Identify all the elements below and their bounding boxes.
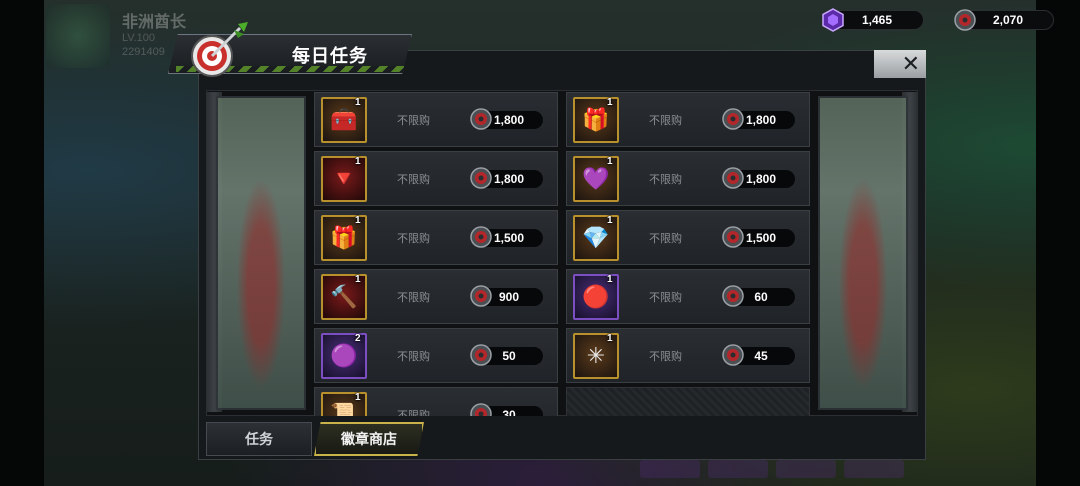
purchase-limit-label: 不限购	[397, 351, 430, 363]
purple-gem-chest-glyph: 💜	[582, 166, 610, 191]
panel-title: 每日任务	[292, 46, 368, 66]
badge-coin-icon	[721, 343, 745, 367]
purchase-limit-label: 不限购	[649, 292, 682, 304]
empty-slot	[566, 387, 810, 416]
player-id: 2291409	[122, 46, 165, 58]
shop-item[interactable]: 🟣 2 不限购 50	[314, 328, 558, 383]
badge-coin-icon	[721, 107, 745, 131]
item-quantity: 1	[355, 274, 361, 285]
red-badge-coin-icon	[954, 9, 976, 31]
purchase-limit-label: 不限购	[649, 351, 682, 363]
purchase-limit-label: 不限购	[397, 233, 430, 245]
badge-coin-icon	[469, 225, 493, 249]
player-name: 非洲酋长	[122, 14, 187, 31]
scroll-item-glyph: 📜	[330, 402, 358, 416]
shop-item[interactable]: 🔴 1 不限购 60	[566, 269, 810, 324]
item-quantity: 1	[355, 392, 361, 403]
badge-coin-icon	[721, 225, 745, 249]
shop-item[interactable]: 💎 1 不限购 1,500	[566, 210, 810, 265]
item-quantity: 1	[355, 215, 361, 226]
item-quantity: 1	[607, 97, 613, 108]
shop-item[interactable]: 🧰 1 不限购 1,800	[314, 92, 558, 147]
purchase-limit-label: 不限购	[397, 292, 430, 304]
blue-lock-chest-glyph: 🧰	[330, 107, 358, 132]
item-quantity: 1	[607, 333, 613, 344]
purple-hex-gem-icon	[822, 8, 844, 32]
item-quantity: 1	[607, 215, 613, 226]
shop-item[interactable]: 📜 1 不限购 30	[314, 387, 558, 416]
badge-currency[interactable]: 2,070	[954, 9, 1054, 31]
item-quantity: 1	[607, 156, 613, 167]
graffiti-panel-left	[216, 96, 306, 410]
badge-coin-icon	[721, 284, 745, 308]
tab-badge-shop[interactable]: 徽章商店	[314, 422, 424, 456]
left-letterbox	[0, 0, 44, 486]
purchase-limit-label: 不限购	[397, 115, 430, 127]
badge-coin-icon	[721, 166, 745, 190]
jeweled-chest-green-glyph: 💎	[582, 225, 610, 250]
player-avatar	[46, 4, 110, 68]
purchase-limit-label: 不限购	[649, 174, 682, 186]
purchase-limit-label: 不限购	[397, 410, 430, 416]
graffiti-panel-right	[818, 96, 908, 410]
badge-coin-icon	[469, 284, 493, 308]
shop-item[interactable]: ✳ 1 不限购 45	[566, 328, 810, 383]
badge-coin-icon	[469, 343, 493, 367]
item-quantity: 1	[607, 274, 613, 285]
blue-cross-emblem-glyph: ✳	[586, 343, 606, 368]
gem-currency[interactable]: 1,465	[822, 8, 924, 32]
golden-hammer-glyph: 🔨	[330, 284, 358, 309]
tab-tasks[interactable]: 任务	[206, 422, 312, 456]
gem-amount: 1,465	[861, 13, 893, 27]
item-quantity: 1	[355, 97, 361, 108]
purple-chip-glyph: 🟣	[330, 343, 358, 368]
shop-item[interactable]: 🎁 1 不限购 1,500	[314, 210, 558, 265]
right-letterbox	[1036, 0, 1080, 486]
shop-item[interactable]: 🔻 1 不限购 1,800	[314, 151, 558, 206]
background-bottom-buttons	[640, 460, 904, 478]
close-button[interactable]: ✕	[874, 50, 926, 78]
badge-coin-icon	[469, 107, 493, 131]
jeweled-chest-red-glyph: 🎁	[330, 225, 358, 250]
shop-item[interactable]: 💜 1 不限购 1,800	[566, 151, 810, 206]
purchase-limit-label: 不限购	[649, 115, 682, 127]
gold-glow-chest-glyph: 🎁	[582, 107, 610, 132]
purchase-limit-label: 不限购	[397, 174, 430, 186]
purchase-limit-label: 不限购	[649, 233, 682, 245]
item-quantity: 2	[355, 333, 361, 344]
badge-coin-icon	[469, 166, 493, 190]
shop-item[interactable]: 🔨 1 不限购 900	[314, 269, 558, 324]
item-quantity: 1	[355, 156, 361, 167]
shop-item[interactable]: 🎁 1 不限购 1,800	[566, 92, 810, 147]
player-level: LV.100	[122, 32, 156, 44]
badge-amount: 2,070	[992, 13, 1024, 27]
red-crystal-shard-glyph: 🔻	[330, 166, 358, 191]
badge-coin-icon	[469, 402, 493, 416]
target-dart-icon	[191, 22, 248, 77]
shop-grid: 🧰 1 不限购 1,800 🎁 1 不限购 1,800 🔻 1 不限购 1,800 💜 1 不限购 1,800…	[314, 92, 810, 416]
red-ruby-orb-glyph: 🔴	[582, 284, 610, 309]
